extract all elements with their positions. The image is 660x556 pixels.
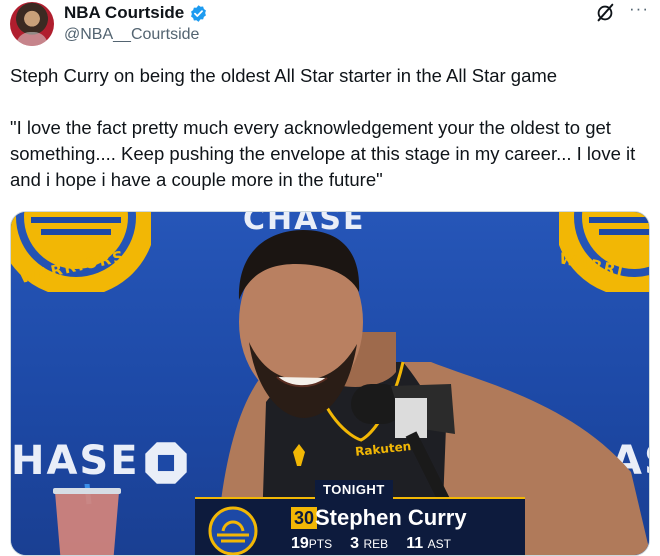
grok-icon[interactable] xyxy=(594,2,616,24)
player-name: Stephen Curry xyxy=(315,505,467,530)
stats-scoreboard: TONIGHT 30 Stephen Curry 19PTS 3 REB 11 AS… xyxy=(195,480,525,555)
author-avatar[interactable] xyxy=(10,2,54,46)
tweet-paragraph-1: Steph Curry on being the oldest All Star… xyxy=(10,65,558,86)
stat-assists: 11 xyxy=(406,535,424,552)
tweet-paragraph-2: "I love the fact pretty much every ackno… xyxy=(10,117,636,190)
stat-rebounds: 3 xyxy=(350,535,360,552)
jersey-number: 30 xyxy=(291,507,318,529)
smoothie-cup xyxy=(53,484,121,555)
tweet-media-image[interactable]: WARRIORS WARRI CHASE HASE ASI Rakuten xyxy=(10,211,650,556)
stat-points: 19 xyxy=(291,535,309,552)
stat-points-label: PTS xyxy=(308,537,333,551)
verified-badge-icon xyxy=(191,5,206,22)
tonight-label: TONIGHT xyxy=(315,480,393,499)
stat-assists-label: AST xyxy=(427,537,451,551)
stat-rebounds-label: REB xyxy=(363,537,389,551)
player-stats: 19PTS 3 REB 11 AST xyxy=(291,535,469,553)
more-options-icon[interactable]: ··· xyxy=(628,0,650,22)
tweet-text: Steph Curry on being the oldest All Star… xyxy=(10,63,650,193)
author-display-name[interactable]: NBA Courtside xyxy=(64,3,184,23)
scoreboard-warriors-logo xyxy=(208,506,258,555)
author-handle[interactable]: @NBA__Courtside xyxy=(64,26,199,44)
